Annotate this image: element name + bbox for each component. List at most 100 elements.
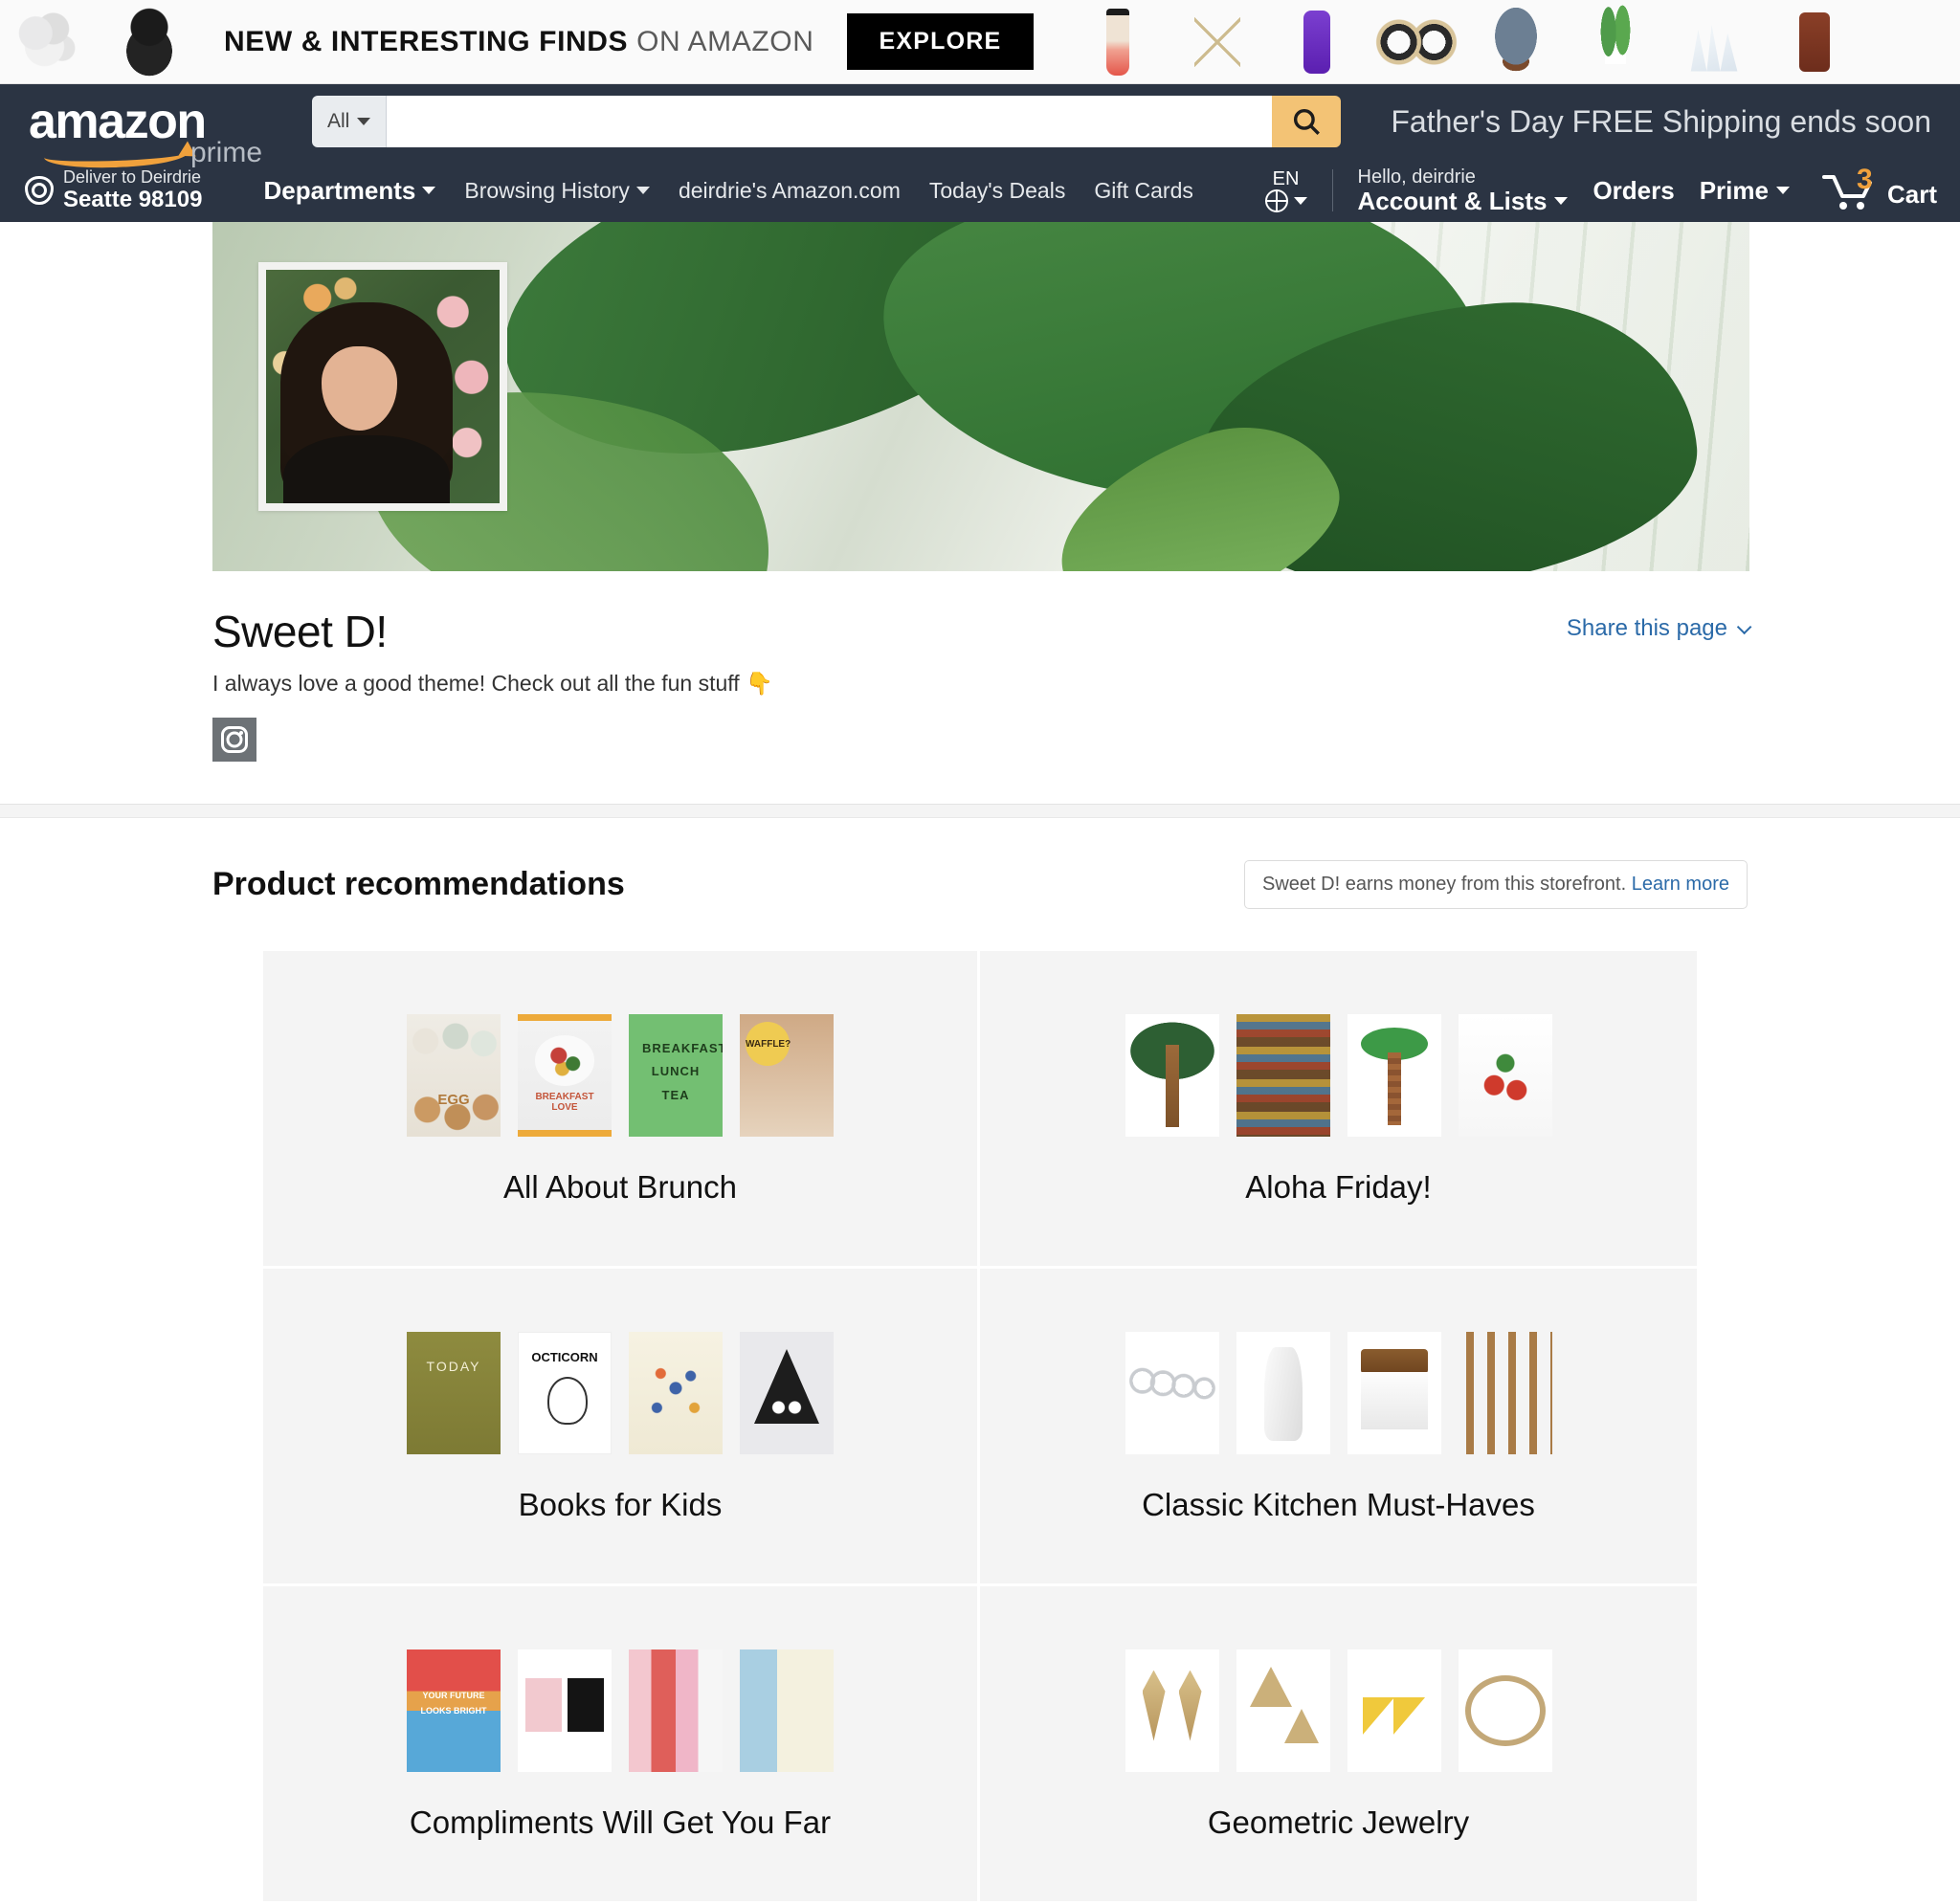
product-thumb-cocktail-picks[interactable] bbox=[1458, 1013, 1552, 1137]
share-this-page-label: Share this page bbox=[1566, 615, 1727, 641]
recommendation-card[interactable]: All About Brunch bbox=[263, 951, 980, 1269]
crystal-cluster-thumb[interactable] bbox=[1671, 5, 1759, 79]
product-thumb-inflatable-palm-tree[interactable] bbox=[1347, 1013, 1441, 1137]
recommendations-title: Product recommendations bbox=[212, 866, 625, 902]
recommendation-card[interactable]: Compliments Will Get You Far bbox=[263, 1586, 980, 1904]
product-thumb-tiki-totems[interactable] bbox=[1236, 1013, 1330, 1137]
card-thumbnails bbox=[407, 1012, 834, 1137]
card-thumbnails bbox=[1125, 1648, 1552, 1772]
product-thumb-compliment-cards[interactable] bbox=[518, 1649, 612, 1772]
search-submit-button[interactable] bbox=[1272, 96, 1341, 147]
product-thumb-wooden-spoons[interactable] bbox=[1458, 1331, 1552, 1454]
product-thumb-your-future-looks-bright-notebook[interactable] bbox=[407, 1649, 501, 1772]
nav-link-todays-deals-label: Today's Deals bbox=[928, 177, 1066, 203]
card-thumbnails bbox=[407, 1330, 834, 1454]
purple-vase-thumb[interactable] bbox=[1273, 5, 1361, 79]
chevron-down-icon bbox=[1293, 197, 1307, 205]
share-this-page-button[interactable]: Share this page bbox=[1566, 606, 1752, 642]
nav-link-departments[interactable]: Departments bbox=[263, 175, 436, 206]
hero-banner-image bbox=[212, 222, 1749, 571]
account-and-lists-label: Account & Lists bbox=[1357, 186, 1548, 215]
geometric-planter-thumb[interactable] bbox=[1173, 5, 1261, 79]
globe-icon bbox=[1264, 189, 1288, 212]
product-thumb-ceramic-pitcher[interactable] bbox=[1236, 1331, 1330, 1454]
instagram-icon[interactable] bbox=[212, 718, 256, 762]
prime-logo-text: prime bbox=[190, 136, 263, 168]
deliver-to-selector[interactable]: Deliver to Deirdrie Seatte 98109 bbox=[25, 167, 202, 213]
travel-tumbler-thumb[interactable] bbox=[1074, 5, 1162, 79]
promo-headline-rest: ON AMAZON bbox=[628, 25, 814, 57]
nav-link-gift-cards[interactable]: Gift Cards bbox=[1094, 178, 1193, 204]
page-title: Sweet D! bbox=[212, 607, 388, 656]
earnings-disclosure-text: Sweet D! earns money from this storefron… bbox=[1262, 874, 1627, 895]
explore-button[interactable]: EXPLORE bbox=[846, 13, 1035, 70]
nav-divider bbox=[1331, 169, 1333, 211]
recommendation-card[interactable]: Geometric Jewelry bbox=[980, 1586, 1697, 1904]
product-thumb-the-perfect-egg[interactable] bbox=[407, 1013, 501, 1137]
product-thumb-breakfast-lunch-tea[interactable] bbox=[629, 1013, 723, 1137]
chevron-down-icon bbox=[1775, 187, 1790, 194]
product-thumb-triangle-earrings[interactable] bbox=[1236, 1649, 1330, 1772]
product-thumb-octicorn-book[interactable] bbox=[518, 1331, 612, 1454]
portrait-shirt bbox=[283, 434, 450, 503]
nav-link-my-amazon[interactable]: deirdrie's Amazon.com bbox=[679, 178, 901, 204]
geode-stone-thumb[interactable] bbox=[1472, 4, 1561, 79]
card-label: Classic Kitchen Must-Haves bbox=[1142, 1486, 1535, 1522]
potted-plant-thumb[interactable] bbox=[1571, 4, 1660, 79]
storefront-hero-section bbox=[0, 222, 1960, 571]
product-thumb-measuring-spoons[interactable] bbox=[1125, 1331, 1219, 1454]
fathers-day-banner: Father's Day FREE Shipping ends soon bbox=[1391, 103, 1931, 139]
product-thumb-bread-box[interactable] bbox=[1347, 1331, 1441, 1454]
nav-link-todays-deals[interactable]: Today's Deals bbox=[929, 178, 1065, 204]
cuff-earrings-thumb[interactable] bbox=[1372, 4, 1461, 79]
product-thumb-yellow-geometric-earrings[interactable] bbox=[1347, 1649, 1441, 1772]
product-thumb-triangle-book[interactable] bbox=[740, 1331, 834, 1454]
card-label: All About Brunch bbox=[503, 1168, 737, 1205]
learn-more-link[interactable]: Learn more bbox=[1632, 874, 1729, 895]
lucky-cat-thumb[interactable] bbox=[105, 4, 193, 79]
card-label: Books for Kids bbox=[518, 1486, 723, 1522]
navbar-bottom-row: Deliver to Deirdrie Seatte 98109 Departm… bbox=[0, 159, 1960, 222]
product-thumb-today-book[interactable] bbox=[407, 1331, 501, 1454]
search-category-select[interactable]: All bbox=[312, 96, 388, 147]
sheep-figurine-thumb[interactable] bbox=[6, 4, 94, 79]
product-thumb-journal-set[interactable] bbox=[740, 1649, 834, 1772]
cart-count-badge: 3 bbox=[1856, 164, 1873, 195]
nav-link-my-amazon-label: deirdrie's Amazon.com bbox=[678, 177, 901, 203]
product-thumb-breakfast-love[interactable] bbox=[518, 1013, 612, 1137]
storefront-header: Sweet D! I always love a good theme! Che… bbox=[211, 571, 1752, 762]
language-label: EN bbox=[1272, 168, 1300, 189]
card-label: Compliments Will Get You Far bbox=[409, 1804, 832, 1840]
search-category-label: All bbox=[327, 110, 350, 132]
section-band bbox=[0, 805, 1960, 818]
cart-button[interactable]: 3 Cart bbox=[1815, 164, 1937, 213]
product-thumb-gold-bangle[interactable] bbox=[1458, 1649, 1552, 1772]
product-thumb-gradient-notecards[interactable] bbox=[629, 1649, 723, 1772]
nav-link-browsing-history[interactable]: Browsing History bbox=[464, 178, 650, 204]
instagram-glyph bbox=[221, 726, 248, 753]
nav-link-departments-label: Departments bbox=[263, 175, 416, 205]
account-and-lists-menu[interactable]: Hello, deirdrie Account & Lists bbox=[1358, 166, 1569, 215]
product-thumb-will-it-waffle[interactable] bbox=[740, 1013, 834, 1137]
chevron-down-icon bbox=[635, 187, 650, 194]
deliver-to-city: Seatte 98109 bbox=[63, 187, 203, 213]
product-thumb-palm-leaves[interactable] bbox=[1125, 1013, 1219, 1137]
nav-link-gift-cards-label: Gift Cards bbox=[1094, 177, 1193, 203]
avatar bbox=[258, 262, 507, 511]
language-selector[interactable]: EN bbox=[1264, 168, 1307, 212]
navbar-right-group: EN Hello, deirdrie Account & Lists Order… bbox=[1264, 164, 1937, 215]
search-icon bbox=[1293, 108, 1320, 135]
leather-goods-thumb[interactable] bbox=[1771, 5, 1859, 79]
recommendation-card[interactable]: Aloha Friday! bbox=[980, 951, 1697, 1269]
recommendations-header: Product recommendations Sweet D! earns m… bbox=[211, 818, 1749, 909]
amazon-logo[interactable]: amazon prime bbox=[25, 97, 262, 170]
earnings-disclosure: Sweet D! earns money from this storefron… bbox=[1244, 860, 1748, 909]
search-input[interactable] bbox=[387, 96, 1272, 147]
prime-menu[interactable]: Prime bbox=[1700, 176, 1790, 206]
recommendation-card[interactable]: Classic Kitchen Must-Haves bbox=[980, 1269, 1697, 1586]
product-thumb-wild-book[interactable] bbox=[629, 1331, 723, 1454]
orders-link[interactable]: Orders bbox=[1592, 176, 1674, 206]
nav-link-browsing-history-label: Browsing History bbox=[464, 177, 630, 203]
product-thumb-teardrop-earrings[interactable] bbox=[1125, 1649, 1219, 1772]
recommendation-card[interactable]: Books for Kids bbox=[263, 1269, 980, 1586]
